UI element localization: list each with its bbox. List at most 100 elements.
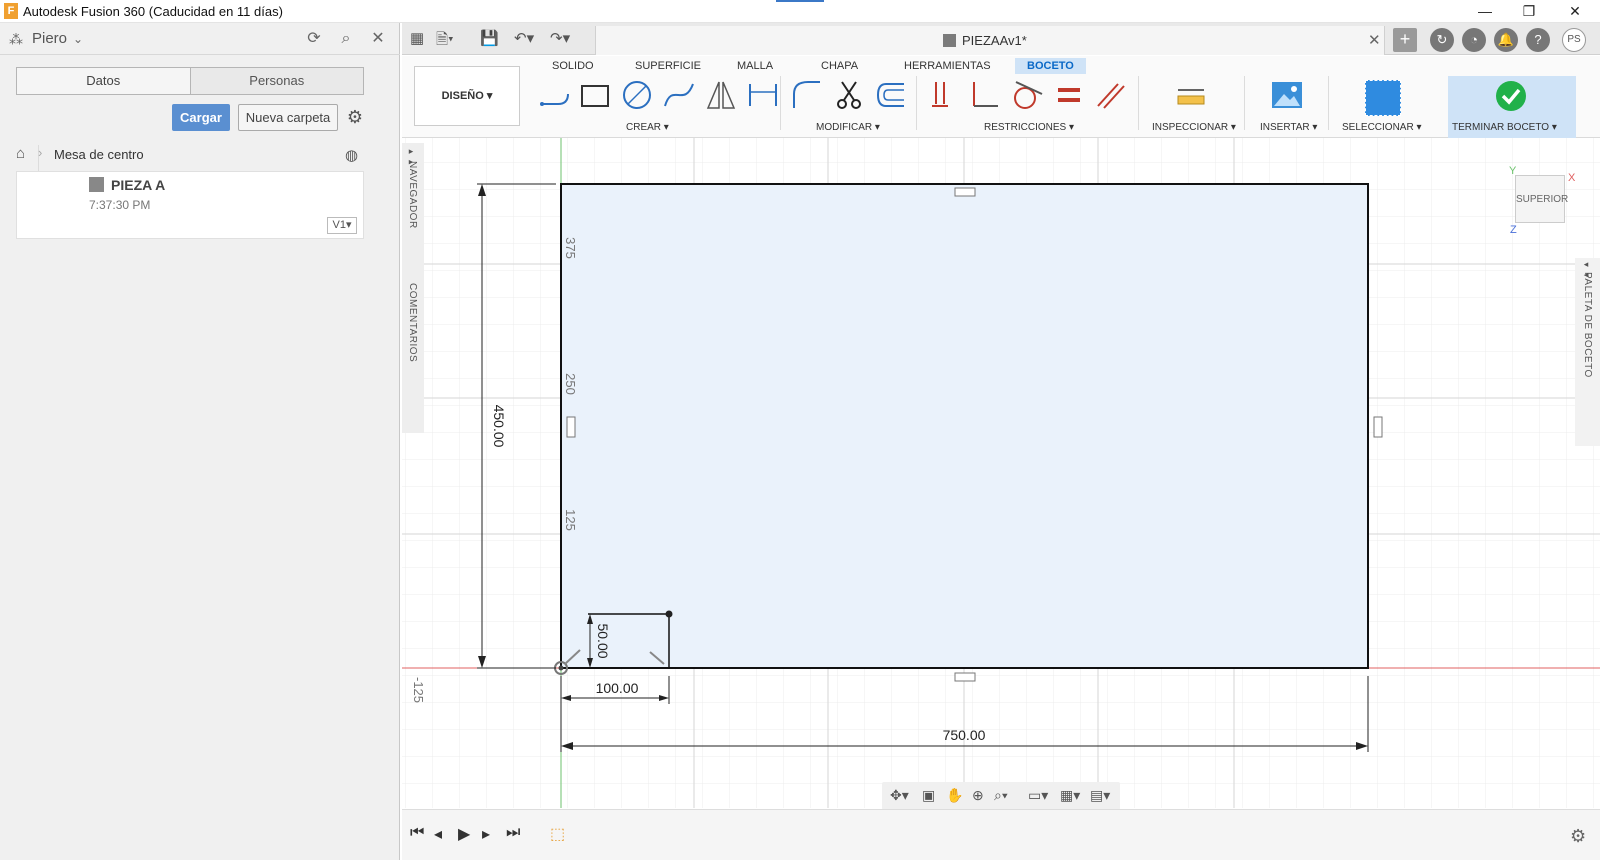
tab-boceto[interactable]: BOCETO: [1015, 58, 1086, 74]
timeline-settings-icon[interactable]: ⚙: [1570, 826, 1586, 847]
zoom-icon[interactable]: ⊕: [972, 787, 984, 804]
tab-datos[interactable]: Datos: [17, 68, 191, 94]
redo-icon[interactable]: ↷▾: [550, 29, 570, 47]
line-tool-icon[interactable]: [538, 78, 572, 112]
save-icon[interactable]: 💾: [480, 29, 499, 47]
data-tabs: Datos Personas: [16, 67, 364, 95]
finish-sketch-button[interactable]: TERMINAR BOCETO ▾: [1452, 122, 1557, 133]
home-icon[interactable]: ⌂: [16, 145, 25, 162]
grid-menu-icon[interactable]: ▦: [410, 29, 424, 47]
orbit-icon[interactable]: ✥▾: [890, 787, 909, 804]
fusion-logo-icon: F: [4, 3, 18, 19]
pan-icon[interactable]: ✋: [946, 787, 963, 804]
job-status-icon[interactable]: ◔: [1462, 28, 1486, 52]
data-panel-header: ⁂ Piero ⌄ ⟳ ⌕ ✕: [0, 23, 400, 55]
first-step-icon[interactable]: ⏮: [410, 824, 424, 842]
data-panel: ⁂ Piero ⌄ ⟳ ⌕ ✕ Datos Personas Cargar Nu…: [0, 23, 400, 860]
document-tab[interactable]: PIEZAAv1* ✕: [595, 26, 1385, 55]
design-canvas[interactable]: 450.00 750.00 100.00 50.00 375 250 125 -…: [402, 138, 1600, 808]
sketch-timeline-feature-icon[interactable]: ⬚: [550, 824, 565, 844]
tangent-constraint-icon[interactable]: [1010, 78, 1044, 112]
search-icon[interactable]: ⌕: [336, 29, 356, 49]
sketch-palette-tab[interactable]: ◂◂ PALETA DE BOCETO: [1575, 258, 1600, 446]
maximize-button[interactable]: ❐: [1506, 0, 1552, 23]
next-step-icon[interactable]: ▸: [482, 824, 490, 844]
workspace-dropdown[interactable]: DISEÑO ▾: [414, 66, 520, 126]
file-icon[interactable]: 🗎▾: [436, 29, 454, 54]
tab-chapa[interactable]: CHAPA: [821, 60, 858, 72]
sketch-viewport[interactable]: 450.00 750.00 100.00 50.00 375 250 125 -…: [402, 138, 1600, 808]
notifications-icon[interactable]: 🔔: [1494, 28, 1518, 52]
navigator-tab[interactable]: NAVEGADOR: [407, 161, 418, 229]
side-tabs: ▸▸ NAVEGADOR COMENTARIOS: [402, 143, 424, 433]
tab-superficie[interactable]: SUPERFICIE: [635, 60, 701, 72]
tab-malla[interactable]: MALLA: [737, 60, 773, 72]
equal-constraint-icon[interactable]: [1052, 78, 1086, 112]
user-avatar[interactable]: PS: [1562, 28, 1586, 52]
dimension-tool-icon[interactable]: [746, 78, 780, 112]
parallel-constraint-icon[interactable]: [1094, 78, 1128, 112]
offset-tool-icon[interactable]: [874, 78, 908, 112]
new-folder-button[interactable]: Nueva carpeta: [238, 104, 338, 131]
user-name[interactable]: Piero: [32, 30, 67, 47]
viewcube[interactable]: SUPERIOR: [1515, 175, 1568, 223]
group-crear[interactable]: CREAR ▾: [626, 122, 669, 133]
coincident-constraint-icon[interactable]: [926, 78, 960, 112]
select-tool-icon[interactable]: [1365, 80, 1401, 116]
group-inspeccionar[interactable]: INSPECCIONAR ▾: [1152, 122, 1236, 133]
upload-button[interactable]: Cargar: [172, 104, 230, 131]
look-at-icon[interactable]: ▣: [922, 787, 935, 804]
version-dropdown[interactable]: V1▾: [327, 217, 357, 234]
refresh-icon[interactable]: ⟳: [304, 29, 324, 49]
fillet-tool-icon[interactable]: [790, 78, 824, 112]
comments-tab[interactable]: COMENTARIOS: [407, 283, 418, 362]
tab-solido[interactable]: SOLIDO: [552, 60, 594, 72]
minimize-button[interactable]: —: [1462, 0, 1508, 23]
grid-settings-icon[interactable]: ▦▾: [1060, 787, 1080, 804]
chevron-down-icon[interactable]: ⌄: [68, 29, 88, 49]
team-icon: ⁂: [9, 31, 23, 47]
circle-tool-icon[interactable]: [620, 78, 654, 112]
previous-step-icon[interactable]: ◂: [434, 824, 442, 844]
extensions-icon[interactable]: ↻: [1430, 28, 1454, 52]
close-tab-icon[interactable]: ✕: [1368, 31, 1381, 49]
file-card[interactable]: PIEZA A 7:37:30 PM V1▾: [16, 171, 364, 239]
group-modificar[interactable]: MODIFICAR ▾: [816, 122, 880, 133]
group-seleccionar[interactable]: SELECCIONAR ▾: [1342, 122, 1421, 133]
sketch-point: [665, 610, 673, 618]
inner-width-dimension: 100.00: [596, 680, 639, 696]
finish-sketch-panel[interactable]: TERMINAR BOCETO ▾: [1448, 76, 1576, 138]
close-window-button[interactable]: ✕: [1552, 0, 1598, 23]
tab-herramientas[interactable]: HERRAMIENTAS: [904, 60, 991, 72]
mirror-tool-icon[interactable]: [704, 78, 738, 112]
rectangle-tool-icon[interactable]: [578, 78, 612, 112]
insert-image-icon[interactable]: [1270, 78, 1304, 112]
tab-personas[interactable]: Personas: [190, 68, 363, 94]
new-tab-icon[interactable]: +: [1393, 28, 1417, 52]
viewports-icon[interactable]: ▤▾: [1090, 787, 1110, 804]
help-icon[interactable]: ?: [1526, 28, 1550, 52]
display-settings-icon[interactable]: ▭▾: [1028, 787, 1048, 804]
gear-icon[interactable]: ⚙: [345, 107, 365, 127]
height-dimension: 450.00: [491, 405, 507, 448]
viewcube-x-label: X: [1568, 172, 1576, 184]
measure-tool-icon[interactable]: [1174, 78, 1208, 112]
last-step-icon[interactable]: ⏭: [506, 824, 520, 842]
group-insertar[interactable]: INSERTAR ▾: [1260, 122, 1317, 133]
navigation-bar: ✥▾ ▣ ✋ ⊕ ⌕▾ ▭▾ ▦▾ ▤▾: [882, 782, 1120, 810]
breadcrumb-folder[interactable]: Mesa de centro: [54, 147, 144, 162]
trim-scissors-icon[interactable]: [832, 78, 866, 112]
play-icon[interactable]: ▶: [458, 824, 470, 844]
spline-tool-icon[interactable]: [662, 78, 696, 112]
perpendicular-constraint-icon[interactable]: [968, 78, 1002, 112]
fit-icon[interactable]: ⌕▾: [994, 787, 1008, 804]
window-title: Autodesk Fusion 360 (Caducidad en 11 día…: [23, 4, 283, 19]
group-restricciones[interactable]: RESTRICCIONES ▾: [984, 122, 1074, 133]
undo-icon[interactable]: ↶▾: [514, 29, 534, 47]
globe-icon[interactable]: ◍: [345, 146, 358, 164]
close-panel-icon[interactable]: ✕: [368, 29, 388, 49]
window-titlebar: F Autodesk Fusion 360 (Caducidad en 11 d…: [0, 0, 1600, 23]
ribbon-toolbar: DISEÑO ▾ SOLIDO SUPERFICIE MALLA CHAPA H…: [402, 56, 1600, 138]
vertical-constraint-icon: [566, 416, 576, 438]
ruler-label: 375: [563, 237, 578, 259]
